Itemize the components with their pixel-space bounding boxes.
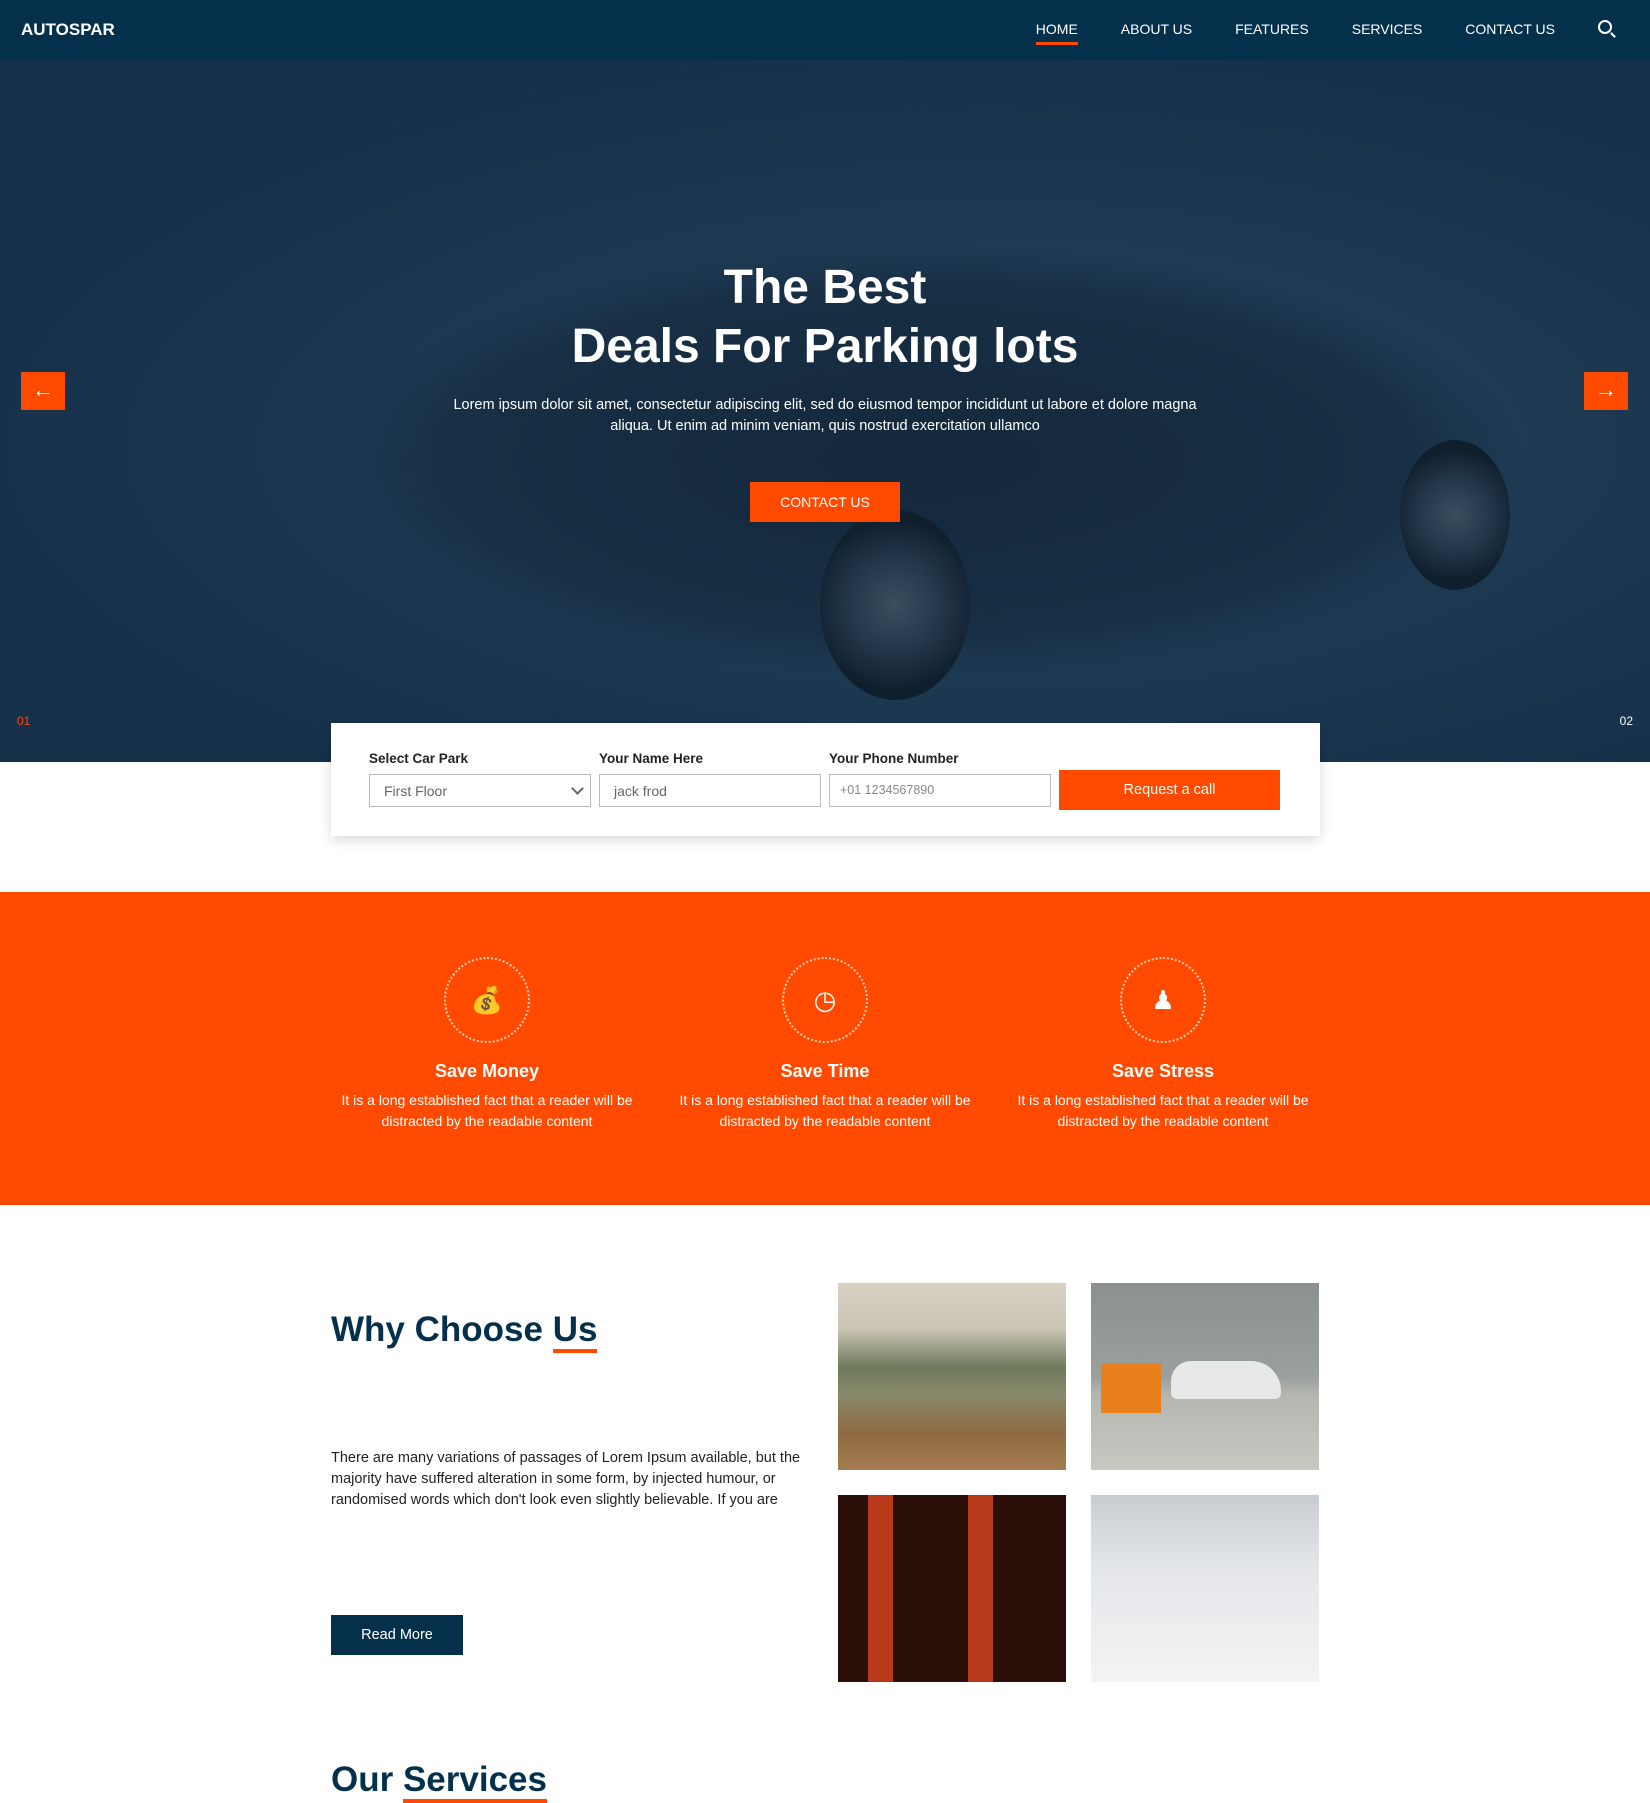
feature-save-money: 💰 Save Money It is a long established fa… xyxy=(332,957,642,1132)
clock-icon: ◷ xyxy=(782,957,868,1043)
read-more-button[interactable]: Read More xyxy=(331,1615,463,1655)
our-services-title: Our Services xyxy=(331,1760,547,1803)
name-label: Your Name Here xyxy=(599,751,704,766)
wheel-image xyxy=(820,510,970,700)
money-bag-icon: 💰 xyxy=(444,957,530,1043)
prev-arrow-icon[interactable]: ← xyxy=(21,372,65,410)
slide-number-next[interactable]: 02 xyxy=(1620,714,1633,728)
phone-label: Your Phone Number xyxy=(829,751,959,766)
slide-number-current[interactable]: 01 xyxy=(17,714,30,728)
feature-title: Save Stress xyxy=(1111,1061,1215,1081)
car-park-label: Select Car Park xyxy=(369,751,469,766)
why-choose-title: Why Choose Us xyxy=(331,1310,598,1353)
parking-photo-1 xyxy=(838,1283,1066,1470)
logo[interactable]: AUTOSPAR xyxy=(21,20,115,40)
nav-contact-us[interactable]: CONTACT US xyxy=(1465,21,1555,37)
feature-text: It is a long established fact that a rea… xyxy=(679,1092,971,1129)
feature-save-time: ◷ Save Time It is a long established fac… xyxy=(670,957,980,1132)
nav-home[interactable]: HOME xyxy=(1035,21,1078,45)
top-navbar: AUTOSPAR HOME ABOUT US FEATURES SERVICES… xyxy=(0,0,1650,60)
search-icon[interactable] xyxy=(1598,20,1612,34)
feature-title: Save Time xyxy=(780,1061,870,1081)
phone-input[interactable]: +01 1234567890 xyxy=(829,774,1051,807)
request-call-button[interactable]: Request a call xyxy=(1059,770,1280,810)
parking-photo-2 xyxy=(1091,1283,1319,1470)
parking-photo-4 xyxy=(1091,1495,1319,1682)
feature-text: It is a long established fact that a rea… xyxy=(1017,1092,1309,1129)
nav-features[interactable]: FEATURES xyxy=(1235,21,1309,37)
feature-text: It is a long established fact that a rea… xyxy=(341,1092,633,1129)
feature-title: Save Money xyxy=(434,1061,540,1081)
car-park-select[interactable]: First Floor xyxy=(369,774,591,807)
request-call-form: Select Car Park First Floor Your Name He… xyxy=(331,723,1320,836)
feature-save-stress: ♟ Save Stress It is a long established f… xyxy=(1008,957,1318,1132)
hero-title: The Best Deals For Parking lots xyxy=(571,261,1079,373)
person-pin-icon: ♟ xyxy=(1120,957,1206,1043)
wheel-image xyxy=(1400,440,1510,590)
nav-services[interactable]: SERVICES xyxy=(1352,21,1423,37)
next-arrow-icon[interactable]: → xyxy=(1584,372,1628,410)
parking-photo-3 xyxy=(838,1495,1066,1682)
features-section: 💰 Save Money It is a long established fa… xyxy=(0,892,1650,1205)
hero-slider: The Best Deals For Parking lots Lorem ips… xyxy=(0,60,1650,762)
hero-contact-button[interactable]: CONTACT US xyxy=(750,482,900,522)
why-choose-text: There are many variations of passages of… xyxy=(331,1450,801,1508)
hero-text: Lorem ipsum dolor sit amet, consectetur … xyxy=(453,397,1197,434)
chevron-down-icon xyxy=(571,782,584,795)
nav-about-us[interactable]: ABOUT US xyxy=(1121,21,1192,37)
name-input[interactable]: jack frod xyxy=(599,774,821,807)
